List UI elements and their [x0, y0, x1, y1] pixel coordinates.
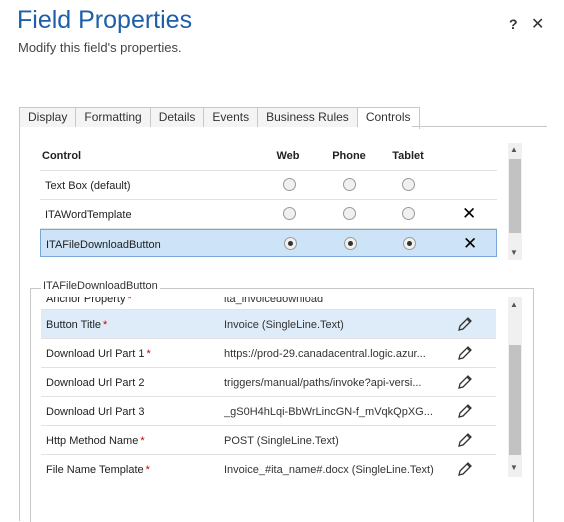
property-row[interactable]: Download Url Part 3 _gS0H4hLqi-BbWrLincG…	[41, 397, 496, 426]
scroll-down-icon[interactable]: ▼	[510, 248, 518, 257]
tablet-radio[interactable]	[403, 237, 416, 250]
help-button[interactable]: ?	[509, 16, 518, 32]
property-name-text: Button Title	[46, 319, 102, 331]
pencil-icon[interactable]	[456, 315, 474, 333]
property-name: Download Url Part 3	[46, 406, 145, 418]
tab-bar: Display Formatting Details Events Busine…	[19, 107, 420, 129]
control-row-itawordtemplate[interactable]: ITAWordTemplate ✕	[40, 200, 497, 229]
property-row[interactable]: Anchor Property * ita_invoicedownload	[41, 297, 496, 310]
property-row[interactable]: Download Url Part 1 * https://prod-29.can…	[41, 339, 496, 368]
control-name: ITAFileDownloadButton	[46, 239, 161, 251]
property-value: Invoice (SingleLine.Text)	[224, 319, 344, 331]
delete-icon[interactable]: ✕	[463, 234, 477, 254]
required-marker: *	[145, 464, 150, 476]
tablet-radio[interactable]	[402, 178, 415, 191]
phone-radio[interactable]	[344, 237, 357, 250]
controls-table: Control Web Phone Tablet Text Box (defau…	[40, 142, 497, 257]
property-value: POST (SingleLine.Text)	[224, 435, 339, 447]
close-button[interactable]: ✕	[531, 14, 544, 34]
property-row[interactable]: Http Method Name * POST (SingleLine.Text)	[41, 426, 496, 455]
property-name-text: Download Url Part 1	[46, 348, 145, 360]
property-value: ita_invoicedownload	[224, 297, 324, 305]
header-tablet: Tablet	[392, 150, 424, 162]
delete-icon[interactable]: ✕	[462, 204, 476, 224]
required-marker: *	[146, 348, 151, 360]
property-name: Download Url Part 1 *	[46, 348, 151, 360]
header-control: Control	[42, 150, 82, 162]
property-value: https://prod-29.canadacentral.logic.azur…	[224, 348, 426, 360]
tablet-radio[interactable]	[402, 207, 415, 220]
control-name: Text Box (default)	[45, 180, 131, 192]
controls-scrollbar[interactable]: ▲ ▼	[508, 143, 522, 260]
dialog-title: Field Properties	[17, 6, 193, 34]
web-radio[interactable]	[283, 178, 296, 191]
property-name: Button Title *	[46, 319, 107, 331]
scrollbar-thumb[interactable]	[509, 159, 521, 233]
required-marker: *	[140, 435, 145, 447]
scrollbar-thumb[interactable]	[509, 345, 521, 455]
property-name-text: Http Method Name	[46, 435, 139, 447]
property-name: Download Url Part 2	[46, 377, 145, 389]
property-row[interactable]: File Name Template * Invoice_#ita_name#.d…	[41, 455, 496, 483]
property-row[interactable]: Button Title * Invoice (SingleLine.Text)	[41, 310, 496, 339]
pencil-icon[interactable]	[456, 373, 474, 391]
control-name: ITAWordTemplate	[45, 209, 132, 221]
phone-radio[interactable]	[343, 178, 356, 191]
tab-controls[interactable]: Controls	[357, 107, 420, 129]
phone-radio[interactable]	[343, 207, 356, 220]
web-radio[interactable]	[283, 207, 296, 220]
header-phone: Phone	[332, 150, 366, 162]
tab-divider	[412, 126, 547, 127]
pencil-icon[interactable]	[456, 402, 474, 420]
required-marker: *	[127, 297, 132, 305]
property-name-text: Anchor Property	[46, 297, 126, 305]
properties-list: Anchor Property * ita_invoicedownload But…	[41, 297, 496, 483]
tab-business-rules[interactable]: Business Rules	[258, 107, 358, 127]
scroll-up-icon[interactable]: ▲	[510, 300, 518, 309]
property-name-text: File Name Template	[46, 464, 144, 476]
pencil-icon[interactable]	[456, 460, 474, 478]
property-value: _gS0H4hLqi-BbWrLincGN-f_mVqkQpXG...	[224, 406, 433, 418]
property-value: triggers/manual/paths/invoke?api-versi..…	[224, 377, 422, 389]
property-row[interactable]: Download Url Part 2 triggers/manual/path…	[41, 368, 496, 397]
tab-events[interactable]: Events	[204, 107, 259, 127]
required-marker: *	[103, 319, 108, 331]
control-row-textbox[interactable]: Text Box (default)	[40, 171, 497, 200]
tab-display[interactable]: Display	[19, 107, 77, 127]
pencil-icon[interactable]	[456, 431, 474, 449]
scroll-down-icon[interactable]: ▼	[510, 463, 518, 472]
controls-header-row: Control Web Phone Tablet	[40, 142, 497, 171]
control-row-itafiledownloadbutton[interactable]: ITAFileDownloadButton ✕	[40, 229, 497, 257]
pencil-icon[interactable]	[456, 344, 474, 362]
property-name: File Name Template *	[46, 464, 150, 476]
scroll-up-icon[interactable]: ▲	[510, 145, 518, 154]
property-name: Anchor Property *	[46, 297, 132, 305]
tab-formatting[interactable]: Formatting	[76, 107, 151, 127]
panel-border	[19, 126, 20, 521]
property-name: Http Method Name *	[46, 435, 145, 447]
properties-scrollbar[interactable]: ▲ ▼	[508, 297, 522, 477]
dialog-subtitle: Modify this field's properties.	[18, 40, 182, 55]
web-radio[interactable]	[284, 237, 297, 250]
tab-details[interactable]: Details	[150, 107, 205, 127]
properties-legend: ITAFileDownloadButton	[41, 280, 160, 292]
property-value: Invoice_#ita_name#.docx (SingleLine.Text…	[224, 464, 434, 476]
header-web: Web	[276, 150, 300, 162]
